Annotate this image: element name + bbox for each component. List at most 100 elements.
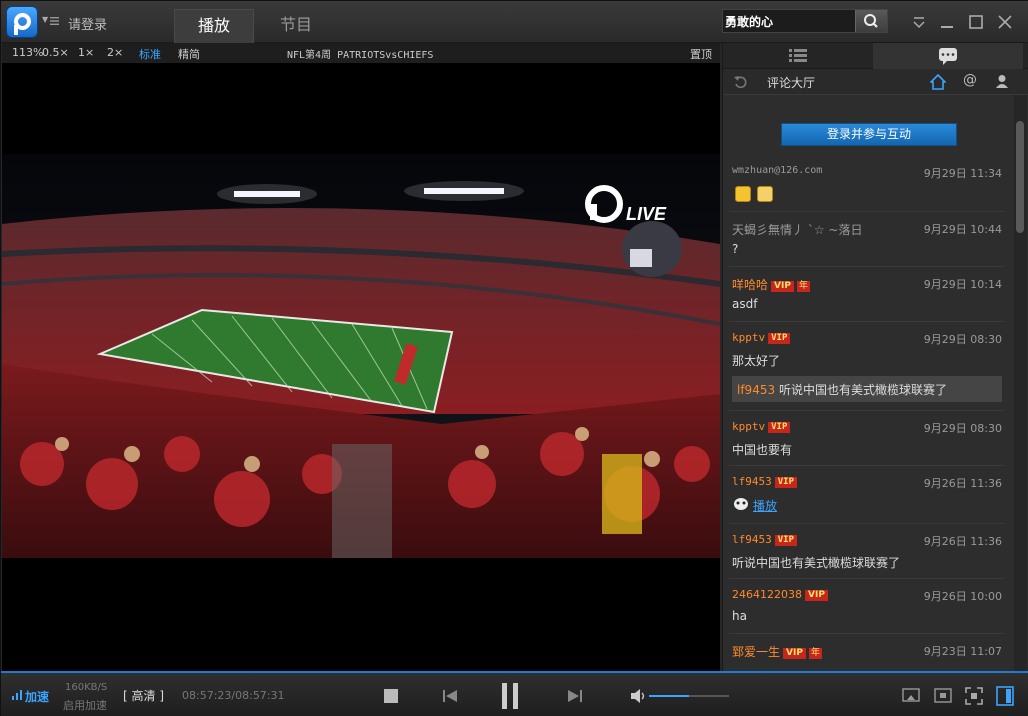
comment-item: 咩哈哈 VIP 年 9月29日 10:14 asdf [729,267,1004,322]
volume-slider[interactable] [649,695,729,697]
user-profile-icon[interactable] [995,74,1009,88]
search-input[interactable] [725,12,853,30]
mention-icon[interactable]: @ [963,72,977,88]
scrollbar-thumb[interactable] [1016,121,1024,233]
signal-bars-icon [12,690,22,700]
mini-mode-icon[interactable] [934,688,952,704]
pause-icon[interactable] [499,681,523,711]
comment-username[interactable]: 2464122038 [732,588,802,601]
enable-accel-link[interactable]: 启用加速 [63,697,107,713]
comment-feed: wmzhuan@126.com 9月29日 11:34 天蝎彡無情丿 ˋ☆ ~落… [723,156,1013,671]
quality-simple-option[interactable]: 精简 [178,46,200,62]
comment-username-row: lf9453 VIP [732,475,798,488]
smiley-emoji-icon [735,186,751,202]
comment-item: lf9453 VIP 9月26日 11:36 听说中国也有美式橄榄球联赛了 [729,524,1004,579]
pin-top-button[interactable]: 置顶 [690,46,712,62]
video-player[interactable]: LIVE [2,63,720,671]
title-bar: ▼ 请登录 播放 节目 [1,1,1028,43]
comment-item: wmzhuan@126.com 9月29日 11:34 [729,156,1004,212]
comment-time: 9月29日 11:34 [923,167,1002,180]
quoted-text: 听说中国也有美式橄榄球联赛了 [778,383,947,397]
previous-icon[interactable] [441,687,459,705]
annual-badge: 年 [808,648,822,659]
search-button[interactable] [855,10,887,32]
vip-badge: VIP [774,535,798,546]
comment-time: 9月26日 10:00 [923,590,1002,603]
quoted-username[interactable]: lf9453 [737,383,775,397]
annual-badge: 年 [796,281,810,292]
quality-standard-option[interactable]: 标准 [139,46,161,62]
tab-programs[interactable]: 节目 [256,9,336,43]
speed-0-5x[interactable]: 0.5× [42,46,69,59]
logo-menu-caret-icon[interactable]: ▼ [42,15,48,24]
vip-badge: VIP [783,648,806,659]
comment-username[interactable]: kpptv [732,331,765,344]
comment-username[interactable]: 咩哈哈 [732,278,768,292]
pptv-player-window: ▼ 请登录 播放 节目 勇敢的心 113% 0.5× 1× 2× 标准 精简 N… [0,0,1028,716]
vip-badge: VIP [805,590,828,601]
close-icon[interactable] [996,13,1014,31]
comment-time: 9月26日 11:36 [923,535,1002,548]
comment-time: 9月29日 08:30 [923,422,1002,435]
comment-panel: 评论大厅 @ 登录并参与互动 wmzhuan@126.com 9月29日 11:… [722,43,1028,671]
chat-bubble-icon [939,48,957,65]
comment-text: ? [732,242,739,256]
comment-username[interactable]: 天蝎彡無情丿 ˋ☆ ~落日 [732,221,862,238]
stop-icon[interactable] [382,687,400,705]
search-icon [864,14,878,28]
quality-selector[interactable]: [ 高清 ] [123,687,164,704]
comment-item: kpptv VIP 9月29日 08:30 中国也要有 [729,411,1004,466]
video-info-bar: 113% 0.5× 1× 2× 标准 精简 NFL第4周 PATRIOTSvsC… [2,43,720,63]
app-logo-icon[interactable] [6,6,38,38]
volume-icon[interactable] [629,687,647,705]
play-link[interactable]: 播放 [753,497,777,514]
comment-username[interactable]: lf9453 [732,475,772,488]
comment-item: lf9453 VIP 9月26日 11:36 播放 [729,466,1004,524]
comment-username[interactable]: 郅爱一生 [732,645,780,659]
zoom-level[interactable]: 113% [12,46,43,59]
comment-username[interactable]: kpptv [732,420,765,433]
menu-lines-icon[interactable] [50,16,60,26]
comment-username[interactable]: lf9453 [732,533,772,546]
minimize-icon[interactable] [938,13,956,31]
comment-time: 9月29日 08:30 [923,333,1002,346]
panel-tabs [723,43,1028,69]
login-and-interact-button[interactable]: 登录并参与互动 [781,123,957,146]
shared-video-icon [734,498,748,510]
comment-time: 9月29日 10:44 [923,223,1002,236]
comment-username-row: 2464122038 VIP [732,588,828,601]
quoted-comment: lf9453 听说中国也有美式橄榄球联赛了 [732,376,1002,402]
toggle-sidebar-icon[interactable] [996,686,1014,706]
tab-playlist[interactable] [723,43,873,69]
comment-username[interactable]: wmzhuan@126.com [732,165,822,176]
video-frame: LIVE [2,154,720,558]
home-icon[interactable] [930,74,946,90]
list-icon [789,49,807,62]
tab-play[interactable]: 播放 [174,9,254,43]
comment-username-row: lf9453 VIP [732,533,798,546]
back-icon[interactable] [733,74,747,88]
search-box [722,9,888,33]
dropdown-menu-icon[interactable] [910,13,928,31]
picture-in-picture-icon[interactable] [902,688,920,704]
vip-badge: VIP [768,422,791,433]
comment-hall-header: 评论大厅 @ [723,69,1028,95]
speed-1x[interactable]: 1× [78,46,94,59]
comment-item: 郅爱一生 VIP 年 9月23日 11:07 [729,634,1004,671]
comment-item: kpptv VIP 9月29日 08:30 那太好了 lf9453 听说中国也有美… [729,322,1004,411]
comment-time: 9月23日 11:07 [923,645,1002,658]
fullscreen-icon[interactable] [965,687,983,705]
quality-label: 高清 [131,689,156,703]
comment-item: 2464122038 VIP 9月26日 10:00 ha [729,579,1004,634]
speed-2x[interactable]: 2× [107,46,123,59]
accelerate-button[interactable]: 加速 [25,688,49,705]
login-link[interactable]: 请登录 [68,14,107,33]
grimace-emoji-icon [757,186,773,202]
comment-scrollbar[interactable] [1014,95,1027,671]
comment-username-row: kpptv VIP [732,420,791,433]
comment-text: asdf [732,297,758,311]
vip-badge: VIP [774,477,798,488]
tab-comments[interactable] [873,43,1023,69]
next-icon[interactable] [566,687,584,705]
maximize-icon[interactable] [967,13,985,31]
